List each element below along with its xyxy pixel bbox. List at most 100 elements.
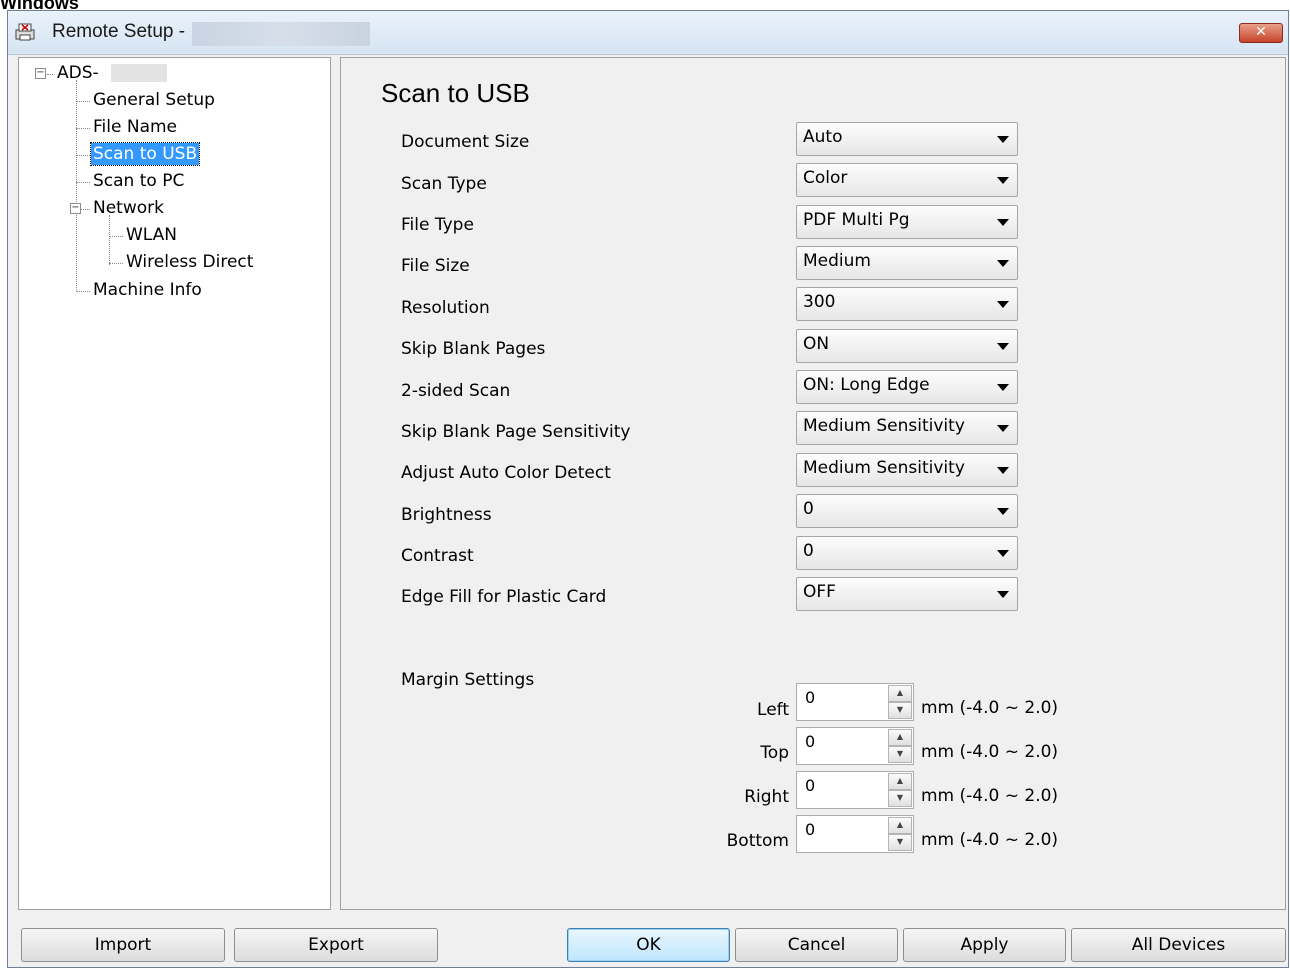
margin-settings-label: Margin Settings — [401, 670, 535, 690]
chevron-down-icon — [997, 508, 1009, 515]
cancel-button[interactable]: Cancel — [735, 928, 898, 962]
tree-connector — [109, 215, 110, 265]
margin-right-value: 0 — [805, 776, 816, 795]
scan-type-label: Scan Type — [401, 174, 487, 194]
spin-down-icon[interactable]: ▼ — [888, 834, 912, 851]
edge-fill-select[interactable]: OFF — [796, 577, 1018, 611]
file-type-value: PDF Multi Pg — [803, 210, 910, 230]
import-button[interactable]: Import — [21, 928, 225, 962]
tree-connector — [81, 209, 90, 210]
auto-color-detect-select[interactable]: Medium Sensitivity — [796, 453, 1018, 487]
spin-down-icon[interactable]: ▼ — [888, 790, 912, 807]
resolution-value: 300 — [803, 292, 836, 312]
collapse-network-icon[interactable]: − — [70, 203, 81, 214]
tree-connector — [76, 128, 90, 129]
margin-top-value: 0 — [805, 732, 816, 751]
collapse-root-icon[interactable]: − — [35, 68, 46, 79]
contrast-value: 0 — [803, 541, 814, 561]
tree-connector — [76, 80, 77, 292]
chevron-down-icon — [997, 301, 1009, 308]
spin-down-icon[interactable]: ▼ — [888, 702, 912, 719]
title-bar: Remote Setup - ✕ — [8, 11, 1288, 55]
title-redaction — [192, 22, 370, 46]
document-size-value: Auto — [803, 127, 843, 147]
chevron-down-icon — [997, 260, 1009, 267]
document-size-select[interactable]: Auto — [796, 122, 1018, 156]
printer-icon — [15, 23, 35, 41]
skip-blank-sensitivity-label: Skip Blank Page Sensitivity — [401, 422, 631, 442]
tree-connector — [76, 291, 90, 292]
tree-item-general-setup[interactable]: General Setup — [91, 89, 217, 111]
close-button[interactable]: ✕ — [1239, 23, 1283, 43]
margin-left-range: mm (-4.0 ~ 2.0) — [921, 698, 1059, 718]
brightness-value: 0 — [803, 499, 814, 519]
tree-item-scan-to-usb[interactable]: Scan to USB — [89, 142, 201, 166]
chevron-down-icon — [997, 550, 1009, 557]
auto-color-detect-value: Medium Sensitivity — [803, 458, 965, 478]
tree-item-wireless-direct[interactable]: Wireless Direct — [124, 251, 255, 273]
two-sided-scan-value: ON: Long Edge — [803, 375, 930, 395]
tree-connector — [109, 263, 123, 264]
chevron-down-icon — [997, 177, 1009, 184]
tree-item-wlan[interactable]: WLAN — [124, 224, 179, 246]
brightness-select[interactable]: 0 — [796, 494, 1018, 528]
tree-item-network[interactable]: Network — [91, 197, 166, 219]
chevron-down-icon — [997, 343, 1009, 350]
document-size-label: Document Size — [401, 132, 530, 152]
two-sided-scan-select[interactable]: ON: Long Edge — [796, 370, 1018, 404]
file-size-value: Medium — [803, 251, 871, 271]
spin-up-icon[interactable]: ▲ — [888, 685, 912, 702]
margin-left-value: 0 — [805, 688, 816, 707]
chevron-down-icon — [997, 591, 1009, 598]
apply-button[interactable]: Apply — [903, 928, 1066, 962]
resolution-select[interactable]: 300 — [796, 287, 1018, 321]
chevron-down-icon — [997, 467, 1009, 474]
file-type-label: File Type — [401, 215, 474, 235]
chevron-down-icon — [997, 219, 1009, 226]
chevron-down-icon — [997, 136, 1009, 143]
tree-connector — [76, 155, 90, 156]
spin-down-icon[interactable]: ▼ — [888, 746, 912, 763]
margin-bottom-input[interactable]: 0 ▲ ▼ — [796, 815, 914, 853]
scan-type-value: Color — [803, 168, 848, 188]
margin-top-label: Top — [760, 743, 789, 763]
device-name-redaction — [111, 64, 167, 82]
margin-right-range: mm (-4.0 ~ 2.0) — [921, 786, 1059, 806]
file-type-select[interactable]: PDF Multi Pg — [796, 205, 1018, 239]
scan-type-select[interactable]: Color — [796, 163, 1018, 197]
ok-button[interactable]: OK — [567, 928, 730, 962]
file-size-select[interactable]: Medium — [796, 246, 1018, 280]
section-title: Scan to USB — [381, 78, 530, 108]
tree-item-machine-info[interactable]: Machine Info — [91, 279, 204, 301]
tree-item-scan-to-pc[interactable]: Scan to PC — [91, 170, 186, 192]
skip-blank-pages-value: ON — [803, 334, 830, 354]
file-size-label: File Size — [401, 256, 470, 276]
two-sided-scan-label: 2-sided Scan — [401, 381, 511, 401]
margin-right-input[interactable]: 0 ▲ ▼ — [796, 771, 914, 809]
contrast-select[interactable]: 0 — [796, 536, 1018, 570]
skip-blank-sensitivity-select[interactable]: Medium Sensitivity — [796, 411, 1018, 445]
export-button[interactable]: Export — [234, 928, 438, 962]
margin-bottom-value: 0 — [805, 820, 816, 839]
tree-item-file-name[interactable]: File Name — [91, 116, 179, 138]
tree-connector — [47, 74, 53, 75]
edge-fill-label: Edge Fill for Plastic Card — [401, 587, 607, 607]
window-title: Remote Setup - — [52, 21, 186, 42]
tree-root-device[interactable]: ADS- — [55, 62, 101, 84]
spin-up-icon[interactable]: ▲ — [888, 817, 912, 834]
brightness-label: Brightness — [401, 505, 492, 525]
all-devices-button[interactable]: All Devices — [1071, 928, 1286, 962]
spin-up-icon[interactable]: ▲ — [888, 729, 912, 746]
skip-blank-pages-label: Skip Blank Pages — [401, 339, 546, 359]
margin-left-label: Left — [757, 700, 789, 720]
margin-top-input[interactable]: 0 ▲ ▼ — [796, 727, 914, 765]
settings-panel: Scan to USB Document Size Auto Scan Type… — [340, 57, 1286, 910]
margin-right-label: Right — [744, 787, 789, 807]
chevron-down-icon — [997, 425, 1009, 432]
margin-bottom-label: Bottom — [726, 831, 789, 851]
tree-connector — [109, 236, 123, 237]
tree-connector — [76, 101, 90, 102]
skip-blank-pages-select[interactable]: ON — [796, 329, 1018, 363]
margin-left-input[interactable]: 0 ▲ ▼ — [796, 683, 914, 721]
spin-up-icon[interactable]: ▲ — [888, 773, 912, 790]
